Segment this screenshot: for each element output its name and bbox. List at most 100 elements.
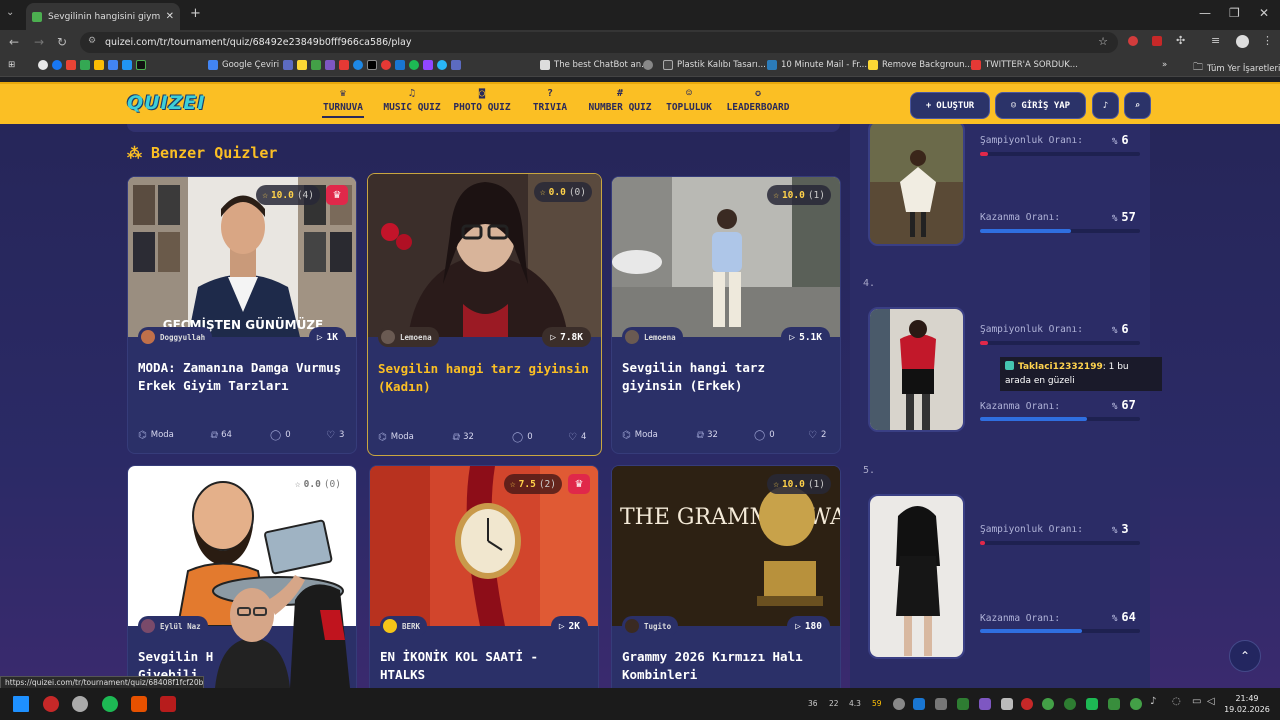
drive-icon[interactable] — [94, 60, 104, 70]
extensions-puzzle-icon[interactable]: ✣ — [1176, 34, 1185, 47]
bookmark-google-translate[interactable]: Google Çeviri — [208, 60, 279, 70]
nav-leaderboard[interactable]: ✪ LEADERBOARD — [726, 88, 790, 113]
pdf-extension-icon[interactable] — [1152, 36, 1162, 46]
quiz-card[interactable]: THE GRAMMY AWARDS 2026 ☆10.0(1) Tugito ▷… — [611, 465, 841, 688]
tray-icon[interactable] — [1086, 698, 1098, 710]
tray-icon[interactable] — [1042, 698, 1054, 710]
youtube-icon[interactable] — [339, 60, 349, 70]
nav-topluluk[interactable]: ☺ TOPLULUK — [665, 88, 713, 113]
tab-close-icon[interactable]: ✕ — [166, 11, 174, 22]
bookmark-globe[interactable] — [643, 60, 653, 70]
google-icon[interactable] — [38, 60, 48, 70]
sound-icon[interactable]: ◁ — [1207, 696, 1215, 707]
bookmark-icon[interactable] — [437, 60, 447, 70]
nav-number-quiz[interactable]: # NUMBER QUIZ — [587, 88, 653, 113]
tray-icon[interactable] — [1108, 698, 1120, 710]
app-icon[interactable] — [72, 696, 88, 712]
author-badge[interactable]: Lemoena — [378, 327, 439, 347]
microphone-icon[interactable]: ◌ — [1172, 696, 1181, 707]
quiz-title[interactable]: Sevgilin hangi tarz giyinsin (Kadın) — [378, 360, 591, 396]
restore-icon[interactable]: ❐ — [1229, 6, 1240, 20]
all-bookmarks-folder[interactable]: 🗀 Tüm Yer İşaretleri — [1193, 60, 1280, 77]
notification-button[interactable]: ♪ — [1092, 92, 1119, 119]
site-info-icon[interactable]: ⚙ — [88, 36, 96, 46]
tab-list-icon[interactable]: ⌄ — [6, 7, 14, 18]
start-icon[interactable] — [13, 696, 29, 712]
clock[interactable]: 21:49 19.02.2026 — [1222, 693, 1272, 715]
like-count[interactable]: ♡ 3 — [326, 430, 344, 441]
nav-photo-quiz[interactable]: ◙ PHOTO QUIZ — [452, 88, 512, 113]
twitch-icon[interactable] — [423, 60, 433, 70]
browser-tab[interactable]: Sevgilinin hangisini giymesini is ✕ — [26, 3, 180, 30]
bookmark-icon[interactable] — [353, 60, 363, 70]
back-icon[interactable]: ← — [9, 35, 19, 49]
bookmark-icon[interactable] — [451, 60, 461, 70]
ranking-image[interactable] — [868, 307, 965, 432]
quiz-card[interactable]: ☆ 10.0 (1) Lemoena ▷ 5.1K Sevgilin hangi ta… — [611, 176, 841, 454]
steam-tray-icon[interactable] — [913, 698, 925, 710]
tray-icon[interactable] — [957, 698, 969, 710]
author-badge[interactable]: Doggyullah — [138, 327, 213, 347]
whatsapp-icon[interactable] — [1130, 698, 1142, 710]
bookmark-10-minute-mail[interactable]: 10 Minute Mail - Fr... — [767, 60, 867, 70]
bookmark-twitter-sorduk[interactable]: TWITTER'A SORDUK... — [971, 60, 1078, 70]
apps-grid-icon[interactable]: ⊞ — [8, 60, 15, 70]
k-icon[interactable] — [136, 60, 146, 70]
author-badge[interactable]: Tugito — [622, 616, 679, 636]
bookmark-icon[interactable] — [297, 60, 307, 70]
extension-icon[interactable] — [1128, 36, 1138, 46]
author-badge[interactable]: BERK — [380, 616, 428, 636]
gmail-icon[interactable] — [66, 60, 76, 70]
more-bookmarks-icon[interactable]: » — [1162, 60, 1167, 70]
quiz-title[interactable]: MODA: Zamanına Damga Vurmuş Erkek Giyim … — [138, 359, 346, 395]
bookmark-icon[interactable] — [283, 60, 293, 70]
powerpoint-icon[interactable] — [131, 696, 147, 712]
tray-icon[interactable] — [1021, 698, 1033, 710]
quiz-card[interactable]: GEÇMİŞTEN GÜNÜMÜZE ☆ 10.0 (4) ♛ Doggyullah… — [127, 176, 357, 454]
display-icon[interactable]: ▭ — [1192, 696, 1201, 707]
power-icon[interactable] — [43, 696, 59, 712]
create-button[interactable]: + OLUŞTUR — [910, 92, 990, 119]
spotify-icon[interactable] — [409, 60, 419, 70]
app-icon[interactable] — [160, 696, 176, 712]
maps-icon[interactable] — [80, 60, 90, 70]
author-badge[interactable]: Lemoena — [622, 327, 683, 347]
url-field[interactable]: ⚙ quizei.com/tr/tournament/quiz/68492e23… — [80, 32, 1118, 53]
media-icon[interactable]: ≡ — [1211, 34, 1220, 47]
bookmark-icon[interactable] — [325, 60, 335, 70]
close-window-icon[interactable]: ✕ — [1259, 6, 1269, 20]
quiz-card[interactable]: ☆ 7.5 (2) ♛ BERK ▷ 2K EN İKONİK KOL SAATİ -… — [369, 465, 599, 688]
minimize-icon[interactable]: — — [1199, 6, 1211, 20]
photos-icon[interactable] — [108, 60, 118, 70]
tray-icon[interactable] — [979, 698, 991, 710]
quiz-title[interactable]: Sevgilin hangi tarz giyinsin (Erkek) — [622, 359, 830, 395]
login-button[interactable]: ☺ GİRİŞ YAP — [995, 92, 1086, 119]
nav-turnuva[interactable]: ♛ TURNUVA — [322, 88, 364, 118]
ranking-image[interactable] — [868, 494, 965, 659]
like-count[interactable]: ♡ 4 — [568, 432, 586, 443]
bookmark-star-icon[interactable]: ☆ — [1098, 35, 1108, 48]
volume-icon[interactable]: ♪ — [1150, 696, 1156, 707]
category-tag[interactable]: ⌬ Moda — [138, 430, 174, 441]
nav-trivia[interactable]: ? TRIVIA — [530, 88, 570, 113]
bookmark-remove-background[interactable]: Remove Backgroun... — [868, 60, 973, 70]
facebook-icon[interactable] — [52, 60, 62, 70]
search-button[interactable]: ⌕ — [1124, 92, 1151, 119]
tray-icon[interactable] — [935, 698, 947, 710]
profile-avatar[interactable] — [1236, 35, 1249, 48]
new-tab-icon[interactable]: + — [190, 6, 201, 21]
browser-menu-icon[interactable]: ⋮ — [1262, 34, 1273, 47]
site-logo[interactable]: QUIZEI — [127, 92, 205, 114]
steam-icon[interactable] — [395, 60, 405, 70]
ranking-image[interactable] — [868, 124, 965, 246]
quiz-card[interactable]: ☆ 0.0 (0) Lemoena ▷ 7.8K Sevgilin hangi tar… — [367, 173, 602, 456]
tray-icon[interactable] — [1001, 698, 1013, 710]
reload-icon[interactable]: ↻ — [57, 35, 67, 49]
x-icon[interactable] — [367, 60, 377, 70]
quiz-title[interactable]: Grammy 2026 Kırmızı Halı Kombinleri — [622, 648, 830, 684]
bookmark-plastik[interactable]: Plastik Kalıbı Tasarı... — [663, 60, 766, 70]
bookmark-icon[interactable] — [122, 60, 132, 70]
forward-icon[interactable]: → — [34, 35, 44, 49]
category-tag[interactable]: ⌬ Moda — [378, 432, 414, 443]
bookmark-icon[interactable] — [311, 60, 321, 70]
